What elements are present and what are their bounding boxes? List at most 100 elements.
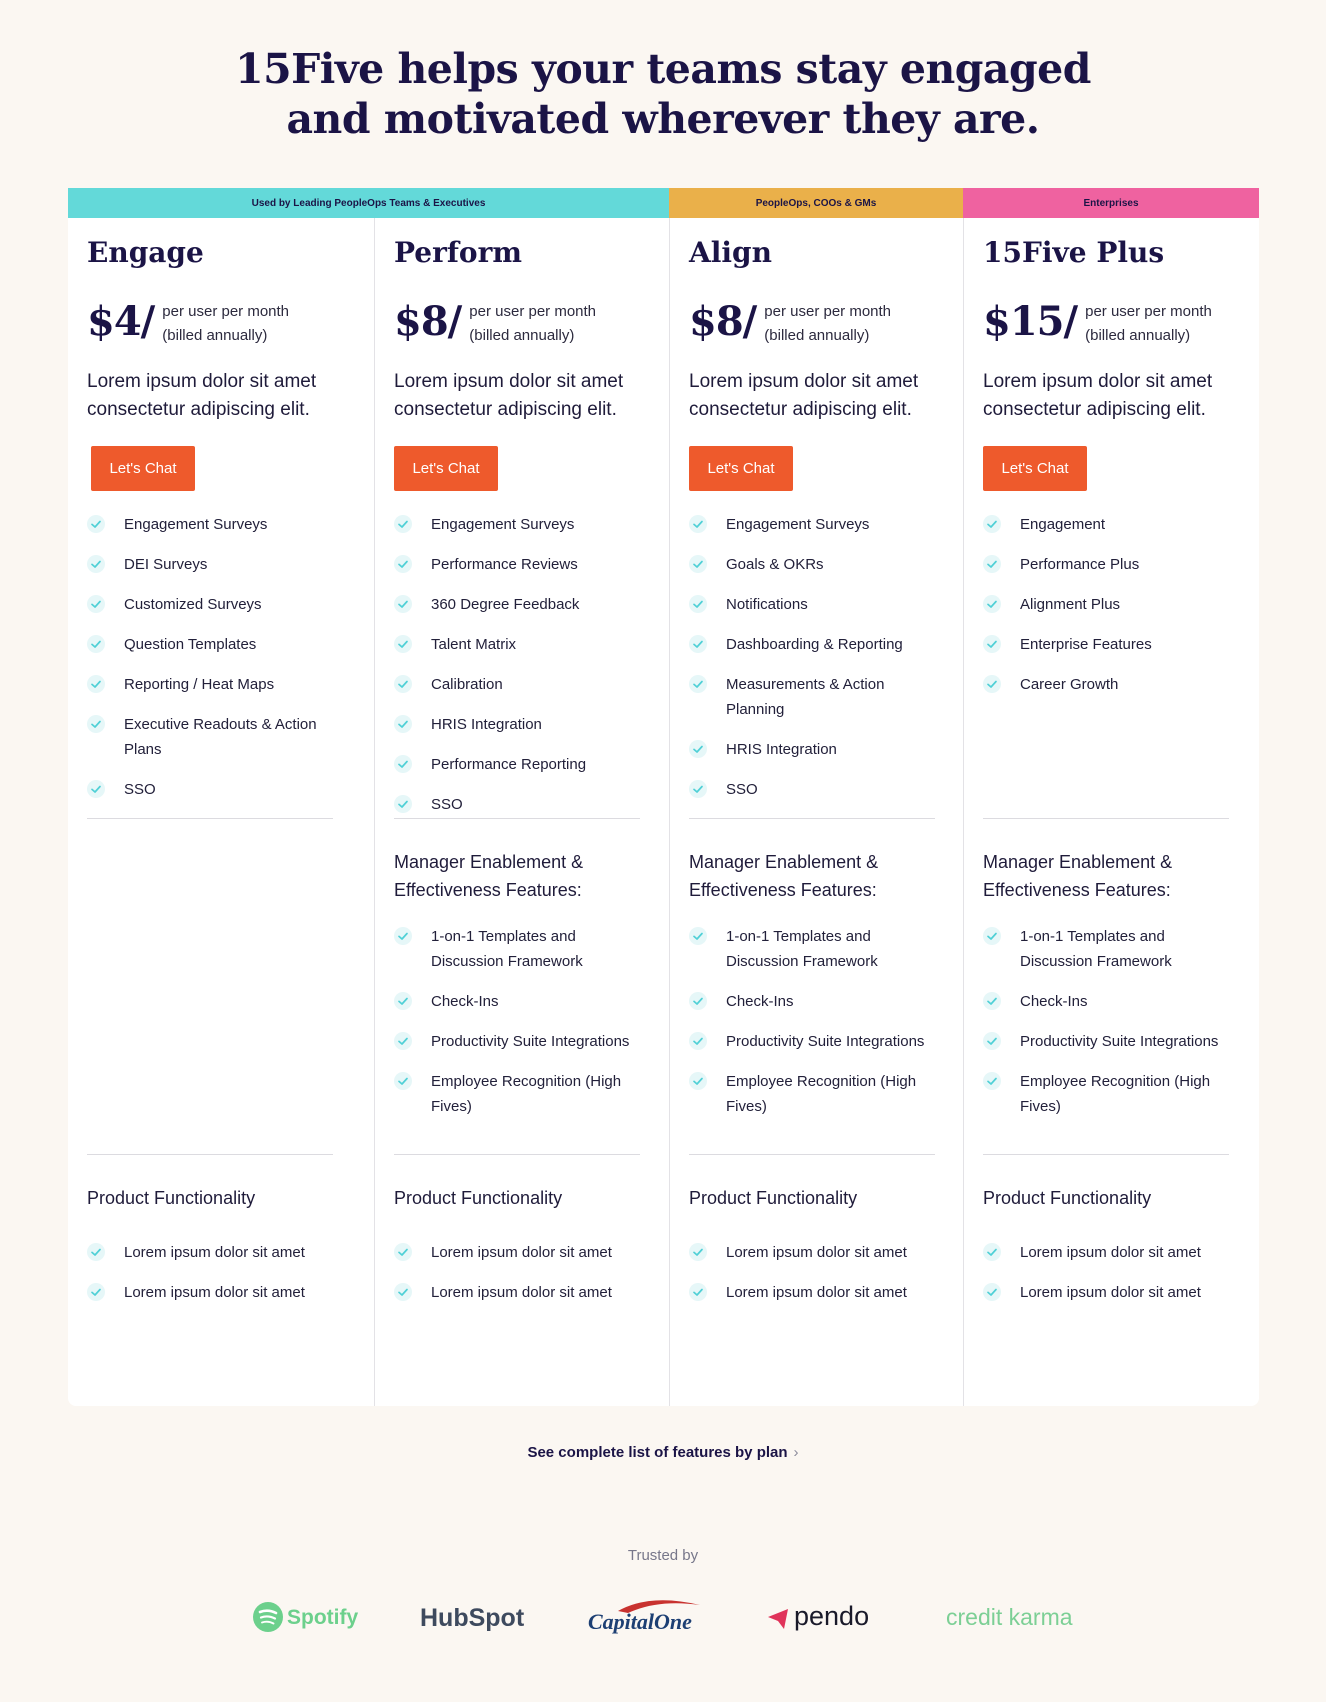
feature-label: SSO (124, 781, 156, 798)
section-divider (87, 818, 333, 819)
check-icon (983, 635, 1001, 653)
check-icon (87, 1283, 105, 1301)
feature-label: Goals & OKRs (726, 556, 824, 573)
price-note-line-2: (billed annually) (162, 327, 268, 344)
feature-item-1-on-1-templates-and-discussion-framework: 1-on-1 Templates and Discussion Framewor… (394, 924, 642, 974)
price-note: per user per month (billed annually) (1085, 300, 1212, 350)
plan-description-line-2: consectetur adipiscing elit. (87, 399, 310, 420)
check-icon (394, 675, 412, 693)
check-icon (689, 927, 707, 945)
feature-label: Engagement Surveys (726, 516, 870, 533)
plan-description: Lorem ipsum dolor sit amet consectetur ad… (394, 368, 654, 424)
feature-item-lorem-ipsum-dolor-sit-amet: Lorem ipsum dolor sit amet (689, 1240, 937, 1265)
pricing-table: Used by Leading PeopleOps Teams & Execut… (68, 188, 1259, 1406)
feature-item-lorem-ipsum-dolor-sit-amet: Lorem ipsum dolor sit amet (689, 1280, 937, 1305)
check-icon (689, 1072, 707, 1090)
feature-label: Measurements & Action Planning (726, 676, 885, 718)
plan-price: $15/ (983, 298, 1078, 345)
feature-label: Dashboarding & Reporting (726, 636, 903, 653)
feature-label: Career Growth (1020, 676, 1119, 693)
feature-item-dei-surveys: DEI Surveys (87, 552, 335, 577)
lets-chat-button[interactable]: Let's Chat (394, 446, 498, 491)
core-features-list: Engagement Surveys Goals & OKRs Notificati… (689, 512, 937, 817)
feature-label: Check-Ins (1020, 993, 1088, 1010)
see-all-features-link[interactable]: See complete list of features by plan › (527, 1444, 798, 1461)
manager-features-title-line-2: Effectiveness Features: (689, 880, 877, 900)
feature-item-alignment-plus: Alignment Plus (983, 592, 1231, 617)
feature-item-employee-recognition-high-fives: Employee Recognition (High Fives) (394, 1069, 642, 1119)
chevron-right-icon: › (793, 1444, 799, 1461)
feature-item-1-on-1-templates-and-discussion-framework: 1-on-1 Templates and Discussion Framewor… (983, 924, 1231, 974)
spotify-logo-text: Spotify (287, 1606, 358, 1629)
check-icon (87, 780, 105, 798)
feature-label: Lorem ipsum dolor sit amet (1020, 1284, 1201, 1301)
feature-item-productivity-suite-integrations: Productivity Suite Integrations (689, 1029, 937, 1054)
feature-label: Enterprise Features (1020, 636, 1152, 653)
feature-label: Productivity Suite Integrations (431, 1033, 630, 1050)
plan-description-line-1: Lorem ipsum dolor sit amet (689, 371, 919, 392)
check-icon (983, 1032, 1001, 1050)
customer-logos: Spotify HubSpot CapitalOne pendo credit … (0, 1592, 1326, 1642)
check-icon (394, 992, 412, 1010)
lets-chat-button[interactable]: Let's Chat (91, 446, 195, 491)
check-icon (689, 780, 707, 798)
section-divider (689, 1154, 935, 1155)
check-icon (983, 675, 1001, 693)
feature-label: Executive Readouts & Action Plans (124, 716, 317, 758)
product-functionality-title: Product Functionality (87, 1188, 256, 1208)
feature-label: Productivity Suite Integrations (726, 1033, 925, 1050)
feature-label: Engagement (1020, 516, 1106, 533)
check-icon (87, 515, 105, 533)
feature-item-lorem-ipsum-dolor-sit-amet: Lorem ipsum dolor sit amet (983, 1240, 1231, 1265)
plan-name: Align (689, 236, 772, 269)
price-row: $8/per user per month (billed annually) (689, 298, 891, 350)
headline-line-2: and motivated wherever they are. (286, 95, 1040, 143)
manager-features-title-line-1: Manager Enablement & (983, 852, 1173, 872)
plan-description: Lorem ipsum dolor sit amet consectetur ad… (689, 368, 949, 424)
core-features-list: Engagement Performance Plus Alignment Plus… (983, 512, 1231, 712)
feature-label: SSO (726, 781, 758, 798)
check-icon (983, 992, 1001, 1010)
price-note-line-2: (billed annually) (1085, 327, 1191, 344)
feature-item-check-ins: Check-Ins (394, 989, 642, 1014)
feature-label: Employee Recognition (High Fives) (431, 1073, 622, 1115)
check-icon (689, 555, 707, 573)
feature-label: Reporting / Heat Maps (124, 676, 275, 693)
check-icon (689, 1243, 707, 1261)
page-headline: 15Five helps your teams stay engaged and… (0, 44, 1326, 144)
manager-features-title: Manager Enablement & Effectiveness Featur… (983, 848, 1233, 904)
plan-column-align: Align $8/per user per month (billed annual… (669, 218, 963, 1406)
check-icon (983, 1243, 1001, 1261)
feature-label: Lorem ipsum dolor sit amet (726, 1244, 907, 1261)
lets-chat-button[interactable]: Let's Chat (689, 446, 793, 491)
check-icon (689, 635, 707, 653)
check-icon (394, 515, 412, 533)
product-features-list: Lorem ipsum dolor sit amet Lorem ipsum do… (689, 1240, 937, 1320)
plan-column-15five-plus: 15Five Plus $15/per user per month (billed… (963, 218, 1259, 1406)
feature-label: Performance Plus (1020, 556, 1140, 573)
headline-line-1: 15Five helps your teams stay engaged (235, 45, 1091, 93)
price-row: $15/per user per month (billed annually) (983, 298, 1212, 350)
price-note-line-1: per user per month (764, 303, 892, 320)
section-divider (394, 1154, 640, 1155)
pendo-logo: pendo (766, 1592, 886, 1642)
product-functionality-title: Product Functionality (394, 1188, 563, 1208)
feature-item-hris-integration: HRIS Integration (394, 712, 642, 737)
section-divider (87, 1154, 333, 1155)
feature-item-enterprise-features: Enterprise Features (983, 632, 1231, 657)
manager-features-list: 1-on-1 Templates and Discussion Framewor… (983, 924, 1231, 1134)
feature-item-lorem-ipsum-dolor-sit-amet: Lorem ipsum dolor sit amet (394, 1280, 642, 1305)
plan-name: Perform (394, 236, 522, 269)
feature-label: SSO (431, 796, 463, 813)
feature-item-question-templates: Question Templates (87, 632, 335, 657)
lets-chat-button[interactable]: Let's Chat (983, 446, 1087, 491)
feature-label: 1-on-1 Templates and Discussion Framewor… (1020, 928, 1172, 970)
feature-item-measurements-action-planning: Measurements & Action Planning (689, 672, 937, 722)
check-icon (394, 555, 412, 573)
check-icon (87, 595, 105, 613)
feature-label: Employee Recognition (High Fives) (1020, 1073, 1211, 1115)
capitalone-logo: CapitalOne (588, 1592, 706, 1642)
feature-label: Performance Reporting (431, 756, 587, 773)
feature-item-sso: SSO (394, 792, 642, 817)
price-note: per user per month (billed annually) (469, 300, 596, 350)
